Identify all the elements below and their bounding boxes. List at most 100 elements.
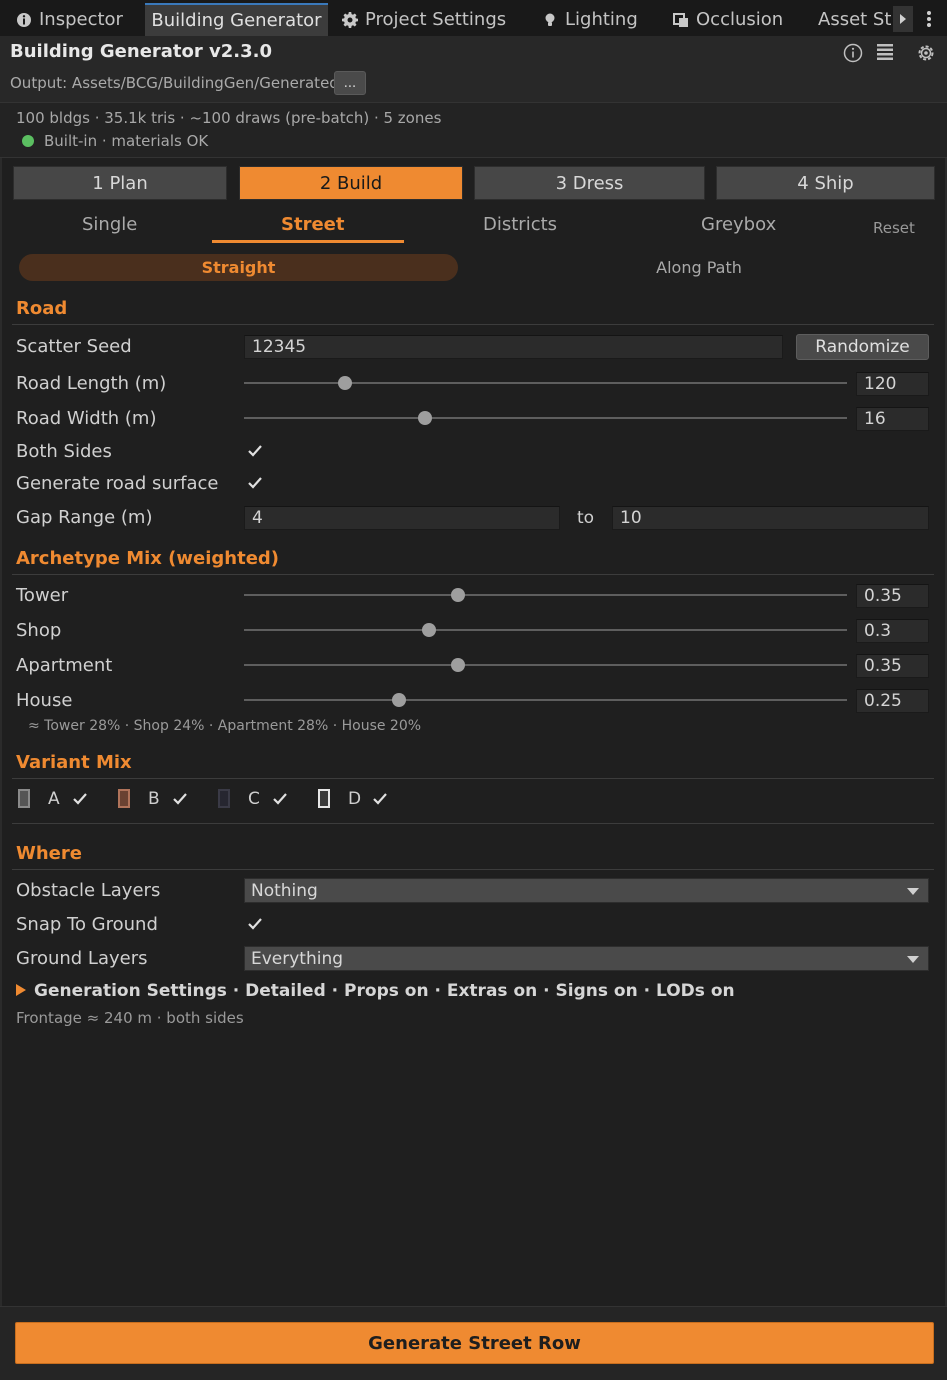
archetype-shop-slider[interactable] (244, 622, 847, 638)
reset-button[interactable]: Reset (873, 219, 915, 237)
archetype-house-label: House (16, 690, 73, 711)
tab-lighting[interactable]: Lighting (528, 3, 652, 36)
archetype-tower-slider[interactable] (244, 587, 847, 603)
archetype-tower-field[interactable]: 0.35 (856, 584, 929, 608)
snap-to-ground-checkbox[interactable] (246, 915, 264, 933)
road-width-slider[interactable] (244, 410, 847, 426)
subtab-greybox[interactable]: Greybox (701, 214, 776, 235)
road-length-field[interactable]: 120 (856, 372, 929, 396)
generation-settings-foldout[interactable]: Generation Settings · Detailed · Props o… (16, 981, 735, 1001)
archetype-house-field[interactable]: 0.25 (856, 689, 929, 713)
status-text: Built-in · materials OK (44, 132, 209, 150)
slider-track (244, 629, 847, 631)
section-variant-heading: Variant Mix (16, 752, 132, 773)
foldout-arrow-icon (16, 984, 26, 996)
slider-thumb[interactable] (421, 623, 436, 637)
archetype-apartment-label: Apartment (16, 655, 113, 676)
occlusion-icon (673, 12, 688, 27)
info-icon[interactable] (842, 42, 864, 64)
archetype-apartment-slider[interactable] (244, 657, 847, 673)
tab-project-settings[interactable]: Project Settings (328, 3, 520, 36)
tab-label: Project Settings (365, 9, 507, 30)
variant-d-swatch (318, 789, 330, 808)
scatter-seed-label: Scatter Seed (16, 336, 132, 357)
tab-overflow-button[interactable] (893, 6, 913, 32)
divider (12, 778, 934, 779)
tab-building-generator[interactable]: Building Generator (145, 3, 328, 36)
tab-asset-store[interactable]: Asset St (804, 3, 894, 36)
variant-a-label: A (48, 789, 60, 809)
divider (12, 823, 934, 824)
variant-c-label: C (248, 789, 260, 809)
dropdown-value: Everything (251, 948, 344, 969)
slider-thumb[interactable] (337, 376, 352, 390)
slider-track (244, 594, 847, 596)
variant-b-label: B (148, 789, 160, 809)
divider (12, 324, 934, 325)
variant-c-swatch (218, 789, 230, 808)
gear-icon (342, 11, 358, 28)
frontage-info: Frontage ≈ 240 m · both sides (16, 1009, 244, 1027)
gap-min-field[interactable]: 4 (244, 506, 560, 530)
step-dress[interactable]: 3 Dress (474, 166, 705, 200)
step-build[interactable]: 2 Build (239, 166, 463, 200)
slider-track (244, 699, 847, 701)
browse-output-button[interactable]: ... (334, 71, 366, 95)
mode-straight[interactable]: Straight (19, 254, 458, 281)
section-archetype-heading: Archetype Mix (weighted) (16, 548, 280, 569)
ground-layers-dropdown[interactable]: Everything (244, 946, 929, 971)
subtab-street[interactable]: Street (281, 214, 344, 235)
window-header: Building Generator v2.3.0 Output: Assets… (0, 36, 947, 102)
bulb-icon (545, 13, 555, 26)
tab-label: Building Generator (151, 10, 322, 31)
subtab-single[interactable]: Single (82, 214, 137, 235)
stats-summary: 100 bldgs · 35.1k tris · ~100 draws (pre… (16, 109, 442, 127)
ground-layers-label: Ground Layers (16, 948, 148, 969)
tab-occlusion[interactable]: Occlusion (659, 3, 797, 36)
road-width-field[interactable]: 16 (856, 407, 929, 431)
subtab-districts[interactable]: Districts (483, 214, 557, 235)
scatter-seed-input[interactable]: 12345 (244, 335, 783, 359)
list-icon[interactable] (874, 42, 896, 64)
variant-b-checkbox[interactable] (171, 790, 189, 808)
tab-inspector[interactable]: Inspector (2, 3, 137, 36)
archetype-shop-field[interactable]: 0.3 (856, 619, 929, 643)
settings-gear-icon[interactable] (915, 42, 937, 64)
slider-thumb[interactable] (451, 588, 466, 602)
slider-thumb[interactable] (391, 693, 406, 707)
slider-track (244, 664, 847, 666)
variant-c-checkbox[interactable] (271, 790, 289, 808)
variant-a-checkbox[interactable] (71, 790, 89, 808)
road-length-slider[interactable] (244, 375, 847, 391)
gap-max-field[interactable]: 10 (612, 506, 929, 530)
road-surface-checkbox[interactable] (246, 474, 264, 492)
mode-along-path[interactable]: Along Path (470, 254, 928, 281)
randomize-button[interactable]: Randomize (796, 334, 929, 360)
status-line: Built-in · materials OK (22, 132, 208, 150)
obstacle-layers-dropdown[interactable]: Nothing (244, 878, 929, 903)
window-menu-button[interactable] (919, 6, 939, 32)
tab-label: Lighting (565, 9, 638, 30)
step-ship[interactable]: 4 Ship (716, 166, 935, 200)
divider (12, 574, 934, 575)
road-width-label: Road Width (m) (16, 408, 157, 429)
slider-thumb[interactable] (417, 411, 432, 425)
archetype-house-slider[interactable] (244, 692, 847, 708)
stats-panel: 100 bldgs · 35.1k tris · ~100 draws (pre… (0, 102, 947, 158)
generation-settings-summary: Generation Settings · Detailed · Props o… (34, 981, 735, 1001)
step-plan[interactable]: 1 Plan (13, 166, 227, 200)
status-dot-icon (22, 135, 34, 147)
chevron-right-icon (900, 14, 906, 24)
variant-d-checkbox[interactable] (371, 790, 389, 808)
archetype-tower-label: Tower (16, 585, 69, 606)
variant-d-label: D (348, 789, 362, 809)
dropdown-value: Nothing (251, 880, 318, 901)
slider-thumb[interactable] (451, 658, 466, 672)
gap-to-label: to (577, 508, 595, 528)
footer: Generate Street Row (0, 1306, 947, 1380)
archetype-apartment-field[interactable]: 0.35 (856, 654, 929, 678)
chevron-down-icon (907, 956, 919, 963)
generate-street-row-button[interactable]: Generate Street Row (15, 1322, 934, 1364)
page-title: Building Generator v2.3.0 (10, 41, 273, 62)
both-sides-checkbox[interactable] (246, 442, 264, 460)
